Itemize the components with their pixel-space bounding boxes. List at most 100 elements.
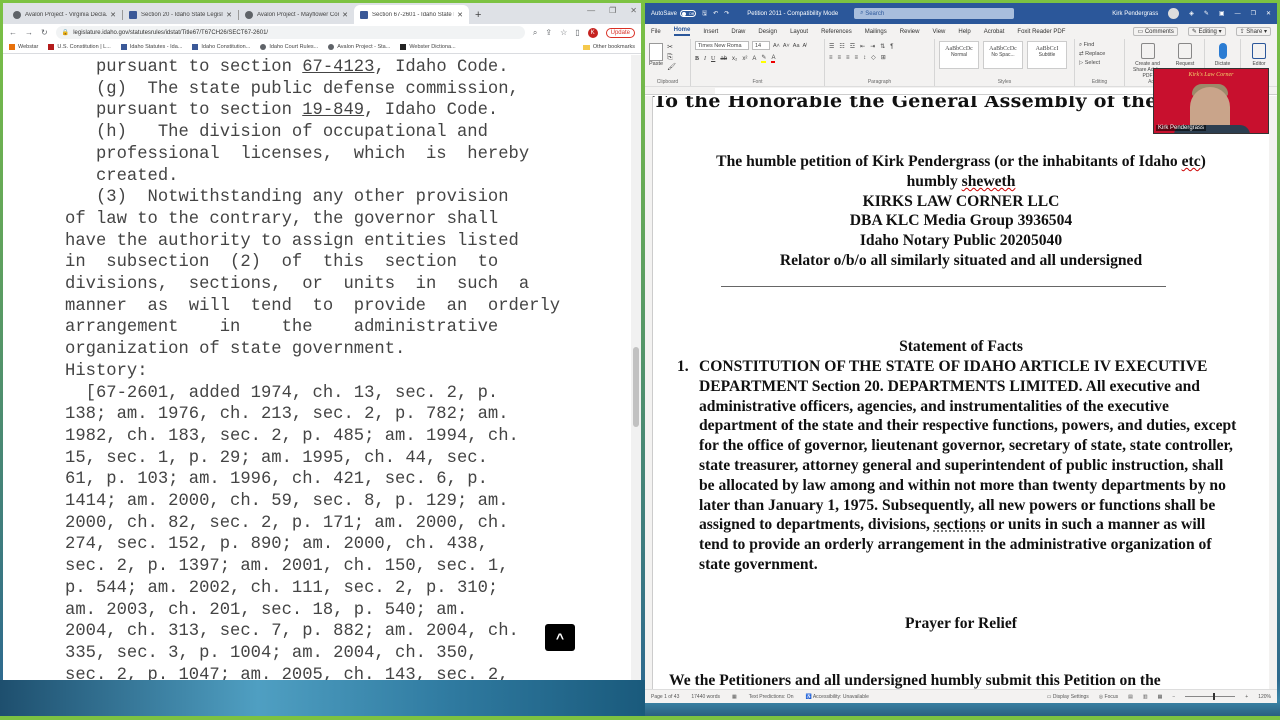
numbering-icon[interactable]: ☷ [839, 43, 844, 50]
italic-button[interactable]: I [704, 56, 706, 62]
diamond-icon[interactable]: ◈ [1189, 10, 1194, 17]
text-effects-button[interactable]: A [752, 56, 756, 62]
statute-link[interactable]: 19-849 [302, 101, 364, 120]
focus-button[interactable]: ◎ Focus [1099, 694, 1118, 700]
shading-icon[interactable]: ◇ [871, 54, 876, 61]
bookmark-item[interactable]: Idaho Court Rules... [260, 44, 318, 50]
address-bar[interactable]: 🔒 legislature.idaho.gov/statutesrules/id… [55, 26, 525, 39]
save-icon[interactable]: 🖫 [702, 9, 707, 19]
minimize-icon[interactable]: — [587, 6, 595, 15]
cut-icon[interactable]: ✂ [667, 43, 676, 53]
ribbon-tab-view[interactable]: View [932, 29, 945, 35]
toggle-switch[interactable]: Off [680, 10, 697, 17]
bookmark-item[interactable]: Avalon Project - Sta... [328, 44, 390, 50]
ribbon-tab-insert[interactable]: Insert [703, 29, 718, 35]
bookmark-item[interactable]: Webstar [9, 44, 38, 50]
ribbon-tab-foxit-reader-pdf[interactable]: Foxit Reader PDF [1017, 29, 1065, 35]
multilevel-icon[interactable]: ☲ [850, 43, 855, 50]
replace-button[interactable]: ⇄ Replace [1079, 50, 1105, 59]
borders-icon[interactable]: ⊞ [881, 54, 886, 61]
zoom-out-icon[interactable]: − [1172, 694, 1175, 700]
statute-link[interactable]: 67-4123 [302, 58, 374, 77]
side-panel-icon[interactable]: ▯ [575, 28, 579, 37]
undo-icon[interactable]: ↶ [713, 10, 718, 17]
document-scrollbar[interactable] [1269, 96, 1277, 689]
underline-button[interactable]: U [711, 56, 715, 62]
grow-font-icon[interactable]: A˄ [773, 43, 780, 49]
pen-icon[interactable]: ✎ [1204, 10, 1209, 17]
ribbon-tab-draw[interactable]: Draw [731, 29, 745, 35]
word-count[interactable]: 17440 words [691, 694, 720, 700]
read-mode-icon[interactable]: ▤ [1128, 694, 1133, 700]
close-window-icon[interactable]: ✕ [630, 6, 637, 15]
browser-tab[interactable]: Section 20 - Idaho State Legisla... ✕ [123, 5, 238, 24]
share-icon[interactable]: ⇪ [545, 28, 552, 37]
style-subtitle[interactable]: AaBbCcI Subtitle [1027, 41, 1067, 69]
back-to-top-button[interactable]: ^ [545, 624, 575, 651]
vertical-ruler[interactable] [645, 96, 653, 689]
reload-icon[interactable]: ↻ [41, 28, 48, 37]
bookmark-item[interactable]: Idaho Constitution... [192, 44, 250, 50]
zoom-in-icon[interactable]: + [1245, 694, 1248, 700]
text-predictions-status[interactable]: Text Predictions: On [749, 694, 794, 700]
browser-tab-active[interactable]: Section 67-2601 - Idaho State Le... ✕ [354, 5, 469, 24]
sort-icon[interactable]: ⇅ [880, 43, 885, 50]
zoom-icon[interactable]: ⌕ [533, 28, 537, 38]
ribbon-tab-help[interactable]: Help [958, 29, 970, 35]
clear-format-icon[interactable]: A̸ [803, 43, 807, 49]
bookmark-item[interactable]: Idaho Statutes - Ida... [120, 44, 182, 50]
browser-tab[interactable]: Avalon Project - Virginia Decla... ✕ [7, 5, 122, 24]
editing-mode-button[interactable]: ✎ Editing ▾ [1187, 27, 1226, 36]
restore-icon[interactable]: ❐ [1251, 10, 1256, 17]
close-icon[interactable]: ✕ [110, 11, 116, 19]
superscript-button[interactable]: x² [742, 56, 747, 62]
close-window-icon[interactable]: ✕ [1266, 10, 1271, 17]
print-layout-icon[interactable]: ▥ [1143, 694, 1148, 700]
browser-tab[interactable]: Avalon Project - Mayflower Com... ✕ [239, 5, 354, 24]
accessibility-status[interactable]: ♿ Accessibility: Unavailable [805, 694, 868, 700]
bookmark-item[interactable]: U.S. Constitution | L... [48, 44, 111, 50]
autosave-toggle[interactable]: AutoSave Off [651, 10, 697, 17]
align-left-icon[interactable]: ≡ [829, 55, 833, 61]
shrink-font-icon[interactable]: A˅ [783, 43, 790, 49]
style-normal[interactable]: AaBbCcDc Normal [939, 41, 979, 69]
maximize-icon[interactable]: ❐ [609, 6, 616, 15]
ribbon-tab-references[interactable]: References [821, 29, 852, 35]
highlight-button[interactable]: ✎ [761, 54, 767, 63]
subscript-button[interactable]: x₂ [732, 56, 737, 62]
ribbon-tab-file[interactable]: File [651, 29, 661, 35]
paste-button[interactable]: Paste [649, 41, 663, 76]
other-bookmarks[interactable]: Other bookmarks [582, 44, 635, 50]
line-spacing-icon[interactable]: ↕ [863, 55, 866, 61]
zoom-slider[interactable] [1185, 693, 1236, 700]
close-icon[interactable]: ✕ [457, 11, 463, 19]
ribbon-tab-mailings[interactable]: Mailings [865, 29, 887, 35]
share-button[interactable]: ⇪ Share ▾ [1235, 27, 1271, 36]
comments-button[interactable]: ▭ Comments [1133, 27, 1178, 36]
strikethrough-button[interactable]: ab [720, 56, 727, 62]
forward-icon[interactable]: → [25, 28, 33, 37]
increase-indent-icon[interactable]: ⇥ [870, 43, 875, 50]
close-icon[interactable]: ✕ [226, 11, 232, 19]
ribbon-tab-review[interactable]: Review [900, 29, 920, 35]
align-right-icon[interactable]: ≡ [846, 55, 850, 61]
pilcrow-icon[interactable]: ¶ [890, 44, 893, 50]
document-page[interactable]: To the Honorable the General Assembly of… [653, 96, 1277, 689]
font-size-select[interactable]: 14 [752, 41, 770, 50]
copy-icon[interactable]: ⎘ [667, 53, 676, 63]
ribbon-tab-design[interactable]: Design [758, 29, 777, 35]
search-box[interactable]: ⌕ Search [854, 8, 1015, 19]
display-settings-button[interactable]: ▭ Display Settings [1047, 694, 1089, 700]
change-case-icon[interactable]: Aa [793, 43, 800, 49]
page-count[interactable]: Page 1 of 43 [651, 694, 679, 700]
justify-icon[interactable]: ≡ [855, 55, 859, 61]
font-name-select[interactable]: Times New Roma [695, 41, 749, 50]
ribbon-tab-home[interactable]: Home [673, 27, 691, 36]
proofing-icon[interactable]: ▦ [732, 694, 737, 700]
ribbon-tab-acrobat[interactable]: Acrobat [984, 29, 1005, 35]
align-center-icon[interactable]: ≡ [838, 55, 842, 61]
find-button[interactable]: ⌕ Find [1079, 41, 1105, 50]
bold-button[interactable]: B [695, 56, 699, 62]
new-tab-button[interactable]: + [475, 9, 481, 21]
ribbon-tab-layout[interactable]: Layout [790, 29, 808, 35]
